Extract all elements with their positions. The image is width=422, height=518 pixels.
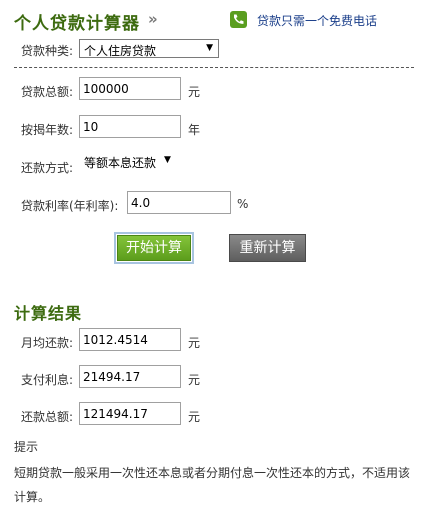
double-chevron-right-icon: » bbox=[148, 10, 158, 28]
amount-unit: 元 bbox=[188, 85, 201, 99]
loan-type-select[interactable]: 个人住房贷款 ▼ bbox=[79, 39, 219, 58]
method-select[interactable]: 等额本息还款 ▼ bbox=[84, 153, 176, 171]
free-phone-link[interactable]: 贷款只需一个免费电话 bbox=[257, 12, 377, 29]
reset-calc-button[interactable]: 重新计算 bbox=[229, 234, 306, 262]
rate-unit: % bbox=[237, 197, 249, 211]
total-label: 还款总额: bbox=[21, 410, 74, 424]
years-label: 按揭年数: bbox=[21, 123, 74, 137]
method-label: 还款方式: bbox=[21, 161, 74, 175]
tip-title: 提示 bbox=[14, 440, 39, 454]
total-output[interactable] bbox=[79, 402, 181, 425]
start-calc-label: 开始计算 bbox=[126, 240, 182, 256]
interest-output[interactable] bbox=[79, 365, 181, 388]
monthly-unit: 元 bbox=[188, 336, 201, 350]
total-unit: 元 bbox=[188, 410, 201, 424]
reset-calc-label: 重新计算 bbox=[239, 240, 296, 256]
amount-input[interactable] bbox=[79, 77, 181, 100]
monthly-output[interactable] bbox=[79, 328, 181, 351]
loan-type-value: 个人住房贷款 bbox=[84, 44, 157, 58]
start-calc-button[interactable]: 开始计算 bbox=[114, 232, 194, 264]
results-title: 计算结果 bbox=[14, 304, 83, 323]
page-title: 个人贷款计算器 bbox=[14, 14, 140, 34]
interest-label: 支付利息: bbox=[21, 373, 74, 387]
caret-down-icon: ▼ bbox=[164, 155, 171, 165]
phone-icon[interactable] bbox=[230, 11, 247, 28]
rate-label: 贷款利率(年利率): bbox=[21, 199, 119, 213]
tip-text: 短期贷款一般采用一次性还本息或者分期付息一次性还本的方式，不适用该计算。 bbox=[14, 466, 411, 504]
years-input[interactable] bbox=[79, 115, 181, 138]
loan-type-label: 贷款种类: bbox=[21, 44, 74, 58]
caret-down-icon: ▼ bbox=[206, 43, 213, 53]
dashed-divider bbox=[14, 67, 414, 68]
rate-input[interactable] bbox=[127, 191, 231, 214]
amount-label: 贷款总额: bbox=[21, 85, 74, 99]
method-value: 等额本息还款 bbox=[84, 156, 157, 170]
years-unit: 年 bbox=[188, 123, 201, 137]
interest-unit: 元 bbox=[188, 373, 201, 387]
monthly-label: 月均还款: bbox=[21, 336, 74, 350]
